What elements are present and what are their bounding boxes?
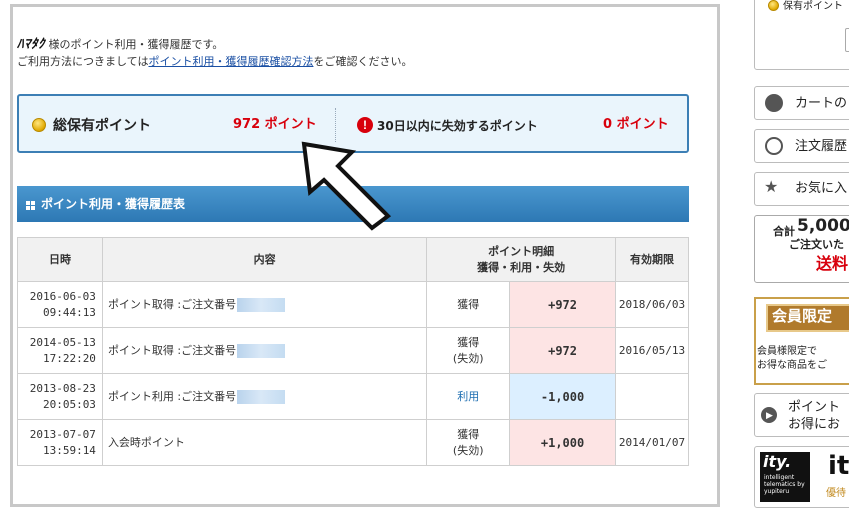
sidebar-coin-icon bbox=[768, 0, 779, 11]
row-content: ポイント取得 :ご注文番号 bbox=[101, 327, 428, 374]
row-type: 獲得 (失効) bbox=[426, 327, 511, 374]
table-row: 2013-08-23 20:05:03 ポイント利用 :ご注文番号 利用 -1,0… bbox=[17, 373, 690, 420]
table-row: 2013-07-07 13:59:14 入会時ポイント 獲得 (失効) +1,000… bbox=[17, 419, 690, 466]
expiring-points-value: 0 ポイント bbox=[603, 117, 669, 132]
row-points: +972 bbox=[509, 327, 616, 374]
sidebar-points-label: 保有ポイント bbox=[783, 1, 843, 12]
row-date: 2013-07-07 13:59:14 bbox=[17, 419, 103, 466]
intro-text: ﾊﾏﾀｸ 様のポイント利用・獲得履歴です。 ご利用方法につきましてはポイント利用… bbox=[17, 36, 412, 70]
row-type: 獲得 bbox=[426, 281, 511, 328]
row-date: 2014-05-13 17:22:20 bbox=[17, 327, 103, 374]
user-name: ﾊﾏﾀｸ bbox=[17, 37, 45, 52]
row-date: 2016-06-03 09:44:13 bbox=[17, 281, 103, 328]
header-expiry: 有効期限 bbox=[614, 237, 690, 282]
order-number-redacted bbox=[237, 343, 286, 358]
cart-icon bbox=[765, 94, 783, 112]
sidebar-input[interactable] bbox=[845, 28, 849, 52]
row-date: 2013-08-23 20:05:03 bbox=[17, 373, 103, 420]
intro-line-1: ﾊﾏﾀｸ 様のポイント利用・獲得履歴です。 bbox=[17, 37, 224, 52]
row-expiry: 2018/06/03 bbox=[614, 281, 690, 328]
row-content: ポイント利用 :ご注文番号 bbox=[101, 373, 428, 420]
header-content: 内容 bbox=[101, 237, 428, 282]
row-type: 獲得 (失効) bbox=[426, 419, 511, 466]
history-guide-link[interactable]: ポイント利用・獲得履歴確認方法 bbox=[148, 55, 313, 68]
row-points: +1,000 bbox=[509, 419, 616, 466]
order-number-redacted bbox=[237, 297, 286, 312]
row-expiry: 2014/01/07 bbox=[614, 419, 690, 466]
row-expiry: 2016/05/13 bbox=[614, 327, 690, 374]
header-detail: ポイント明細 獲得・利用・失効 bbox=[426, 237, 616, 282]
annotation-arrow-icon bbox=[301, 141, 392, 231]
row-content: ポイント取得 :ご注文番号 bbox=[101, 281, 428, 328]
table-header-row: 日時 内容 ポイント明細 獲得・利用・失効 有効期限 bbox=[17, 237, 690, 282]
coin-icon bbox=[32, 118, 46, 132]
points-history-table: 日時 内容 ポイント明細 獲得・利用・失効 有効期限 2016-06-03 09:… bbox=[17, 237, 690, 466]
row-expiry bbox=[614, 373, 690, 420]
grid-icon bbox=[26, 201, 35, 210]
star-icon: ★ bbox=[764, 177, 779, 196]
table-row: 2016-06-03 09:44:13 ポイント取得 :ご注文番号 獲得 +972… bbox=[17, 281, 690, 328]
row-points: +972 bbox=[509, 281, 616, 328]
header-date: 日時 bbox=[17, 237, 103, 282]
table-row: 2014-05-13 17:22:20 ポイント取得 :ご注文番号 獲得 (失効) … bbox=[17, 327, 690, 374]
total-points-label: 総保有ポイント bbox=[53, 118, 151, 134]
row-points: -1,000 bbox=[509, 373, 616, 420]
row-type: 利用 bbox=[426, 373, 511, 420]
section-title: ポイント利用・獲得履歴表 bbox=[41, 197, 186, 211]
row-content: 入会時ポイント bbox=[101, 419, 428, 466]
clock-icon bbox=[765, 137, 783, 155]
intro-line-2: ご利用方法につきましてはポイント利用・獲得履歴確認方法をご確認ください。 bbox=[17, 55, 413, 68]
order-number-redacted bbox=[237, 389, 286, 404]
